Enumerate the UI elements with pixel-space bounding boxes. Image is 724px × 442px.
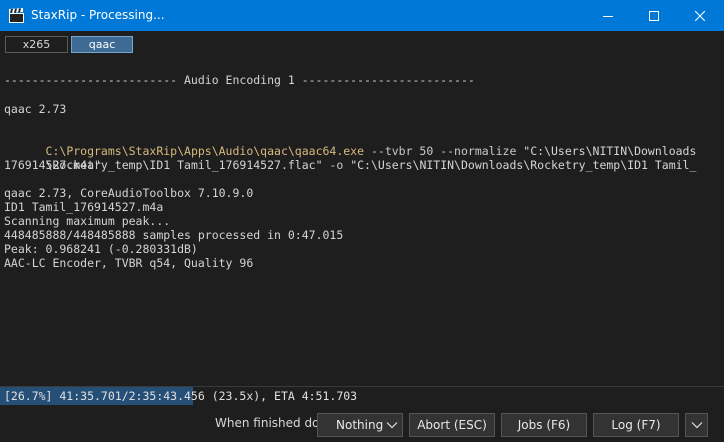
command-args: -o — [322, 158, 351, 172]
abort-button[interactable]: Abort (ESC) — [409, 413, 495, 437]
when-finished-dropdown[interactable]: Nothing — [317, 413, 403, 437]
command-string: "C:\Users\NITIN\Downloads\Rocketry_temp\… — [350, 158, 697, 172]
log-output-line: qaac 2.73, CoreAudioToolbox 7.10.9.0 — [4, 186, 254, 200]
progress-bar: [26.7%] 41:35.701/2:35:43.456 (23.5x), E… — [0, 386, 724, 405]
log-output-line: AAC-LC Encoder, TVBR q54, Quality 96 — [4, 256, 254, 270]
when-finished-label: When finished do: — [215, 416, 324, 430]
close-button[interactable] — [677, 0, 723, 31]
log-output-line: Peak: 0.968241 (-0.280331dB) — [4, 242, 198, 256]
log-output[interactable]: ------------------------- Audio Encoding… — [0, 58, 724, 386]
log-command-line-1: C:\Programs\StaxRip\Apps\Audio\qaac\qaac… — [4, 130, 697, 158]
clapperboard-icon — [9, 8, 24, 23]
chevron-down-icon — [691, 422, 703, 429]
log-button[interactable]: Log (F7) — [593, 413, 679, 437]
jobs-button[interactable]: Jobs (F6) — [501, 413, 587, 437]
tab-x265[interactable]: x265 — [5, 36, 68, 53]
log-output-line: 448485888/448485888 samples processed in… — [4, 228, 344, 242]
minimize-icon — [603, 15, 613, 17]
maximize-button[interactable] — [631, 0, 677, 31]
log-output-line: ID1 Tamil_176914527.m4a — [4, 200, 164, 214]
maximize-icon — [649, 10, 659, 21]
log-version: qaac 2.73 — [4, 102, 67, 116]
minimize-button[interactable] — [585, 0, 631, 31]
tab-bar: x265 qaac — [0, 31, 724, 58]
when-finished-value: Nothing — [336, 418, 384, 432]
window-title: StaxRip - Processing... — [31, 8, 165, 22]
progress-text: [26.7%] 41:35.701/2:35:43.456 (23.5x), E… — [4, 389, 358, 403]
log-command-line-3: 176914527.m4a" — [4, 158, 101, 172]
log-command-line-2: \Rocketry_temp\ID1 Tamil_176914527.flac"… — [4, 144, 697, 172]
log-header: ------------------------- Audio Encoding… — [4, 73, 475, 87]
processing-window: StaxRip - Processing... x265 qaac ------… — [0, 0, 724, 442]
close-icon — [695, 10, 705, 21]
more-menu-button[interactable] — [685, 413, 708, 437]
title-bar[interactable]: StaxRip - Processing... — [0, 0, 724, 31]
log-output-line: Scanning maximum peak... — [4, 214, 171, 228]
chevron-down-icon — [386, 422, 398, 429]
tab-qaac[interactable]: qaac — [71, 36, 133, 53]
footer-bar: When finished do: Nothing Abort (ESC) Jo… — [0, 405, 724, 442]
